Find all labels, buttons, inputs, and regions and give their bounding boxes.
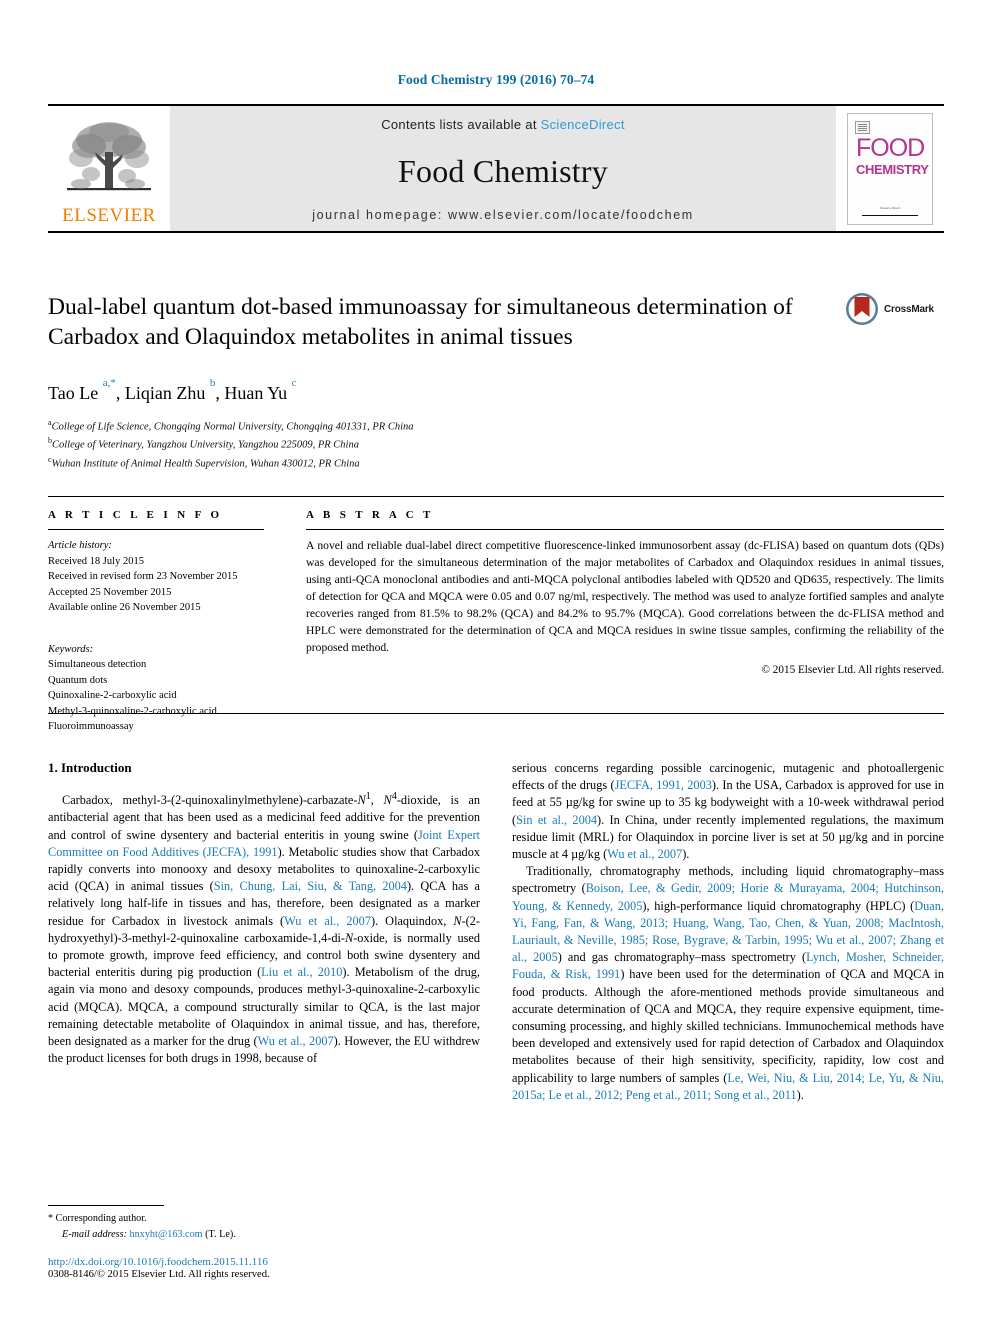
left-column: 1. Introduction Carbadox, methyl-3-(2-qu… (48, 760, 480, 1280)
affiliation-item: bCollege of Veterinary, Yangzhou Univers… (48, 435, 838, 453)
contents-available-line: Contents lists available at ScienceDirec… (381, 117, 625, 132)
body-columns: 1. Introduction Carbadox, methyl-3-(2-qu… (48, 760, 944, 1280)
history-item: Accepted 25 November 2015 (48, 586, 172, 598)
history-item: Received in revised form 23 November 201… (48, 571, 238, 583)
elsevier-tree-icon (67, 122, 151, 191)
crossmark-label: CrossMark (884, 303, 934, 315)
history-item: Received 18 July 2015 (48, 555, 144, 567)
elsevier-wordmark: ELSEVIER (62, 205, 156, 226)
corresponding-author-note: * Corresponding author. (48, 1211, 480, 1226)
intro-paragraph-right-1: serious concerns regarding possible carc… (512, 761, 945, 862)
affiliation-text: College of Life Science, Chongqing Norma… (51, 421, 414, 433)
intro-paragraph-right-2: Traditionally, chromatography methods, i… (512, 864, 944, 1102)
cover-barcode-icon (855, 120, 870, 134)
intro-paragraph-left: Carbadox, methyl-3-(2-quinoxalinylmethyl… (48, 791, 481, 1066)
abstract-copyright: © 2015 Elsevier Ltd. All rights reserved… (761, 664, 945, 677)
affiliation-item: cWuhan Institute of Animal Health Superv… (48, 454, 838, 472)
email-label: E-mail address: (62, 1228, 127, 1240)
abstract-column: A B S T R A C T A novel and reliable dua… (282, 497, 944, 713)
issn-copyright-line: 0308-8146/© 2015 Elsevier Ltd. All right… (48, 1269, 270, 1280)
journal-title: Food Chemistry (398, 153, 608, 189)
keyword-item: Quinoxaline-2-carboxylic acid (48, 690, 177, 702)
article-history-label: Article history: (48, 540, 112, 551)
email-link[interactable]: hnxyht@163.com (130, 1229, 203, 1240)
corresponding-marker: * (48, 1213, 53, 1225)
abstract-divider (306, 529, 944, 530)
right-column: serious concerns regarding possible carc… (512, 760, 944, 1280)
cover-title-food: FOOD (856, 133, 925, 162)
affiliation-list: aCollege of Life Science, Chongqing Norm… (48, 417, 838, 472)
history-item: Available online 26 November 2015 (48, 602, 201, 614)
keyword-item: Quantum dots (48, 674, 108, 686)
article-info-divider (48, 529, 264, 530)
keywords-label: Keywords: (48, 643, 94, 655)
article-history-block: Article history: Received 18 July 2015 R… (48, 538, 264, 616)
masthead-center: Contents lists available at ScienceDirec… (170, 106, 836, 231)
journal-cover-image: FOOD CHEMISTRY Science Direct (847, 112, 933, 225)
cover-title-chemistry: CHEMISTRY (856, 161, 929, 177)
doi-link[interactable]: http://dx.doi.org/10.1016/j.foodchem.201… (48, 1256, 480, 1268)
journal-cover-thumbnail[interactable]: FOOD CHEMISTRY Science Direct (836, 106, 944, 231)
cover-footer-text: Science Direct (879, 205, 901, 210)
article-info-column: A R T I C L E I N F O Article history: R… (48, 497, 282, 732)
section-heading-introduction: 1. Introduction (48, 760, 132, 775)
crossmark-badge[interactable]: CrossMark (844, 292, 944, 326)
running-head: Food Chemistry 199 (2016) 70–74 (397, 72, 595, 87)
cover-divider (862, 214, 918, 216)
title-block: Dual-label quantum dot-based immunoassay… (48, 292, 838, 352)
sciencedirect-link[interactable]: ScienceDirect (541, 117, 625, 132)
journal-homepage-link[interactable]: journal homepage: www.elsevier.com/locat… (312, 208, 694, 222)
affiliation-text: Wuhan Institute of Animal Health Supervi… (51, 458, 360, 470)
affiliation-text: College of Veterinary, Yangzhou Universi… (52, 439, 359, 451)
corresponding-text: Corresponding author. (55, 1213, 147, 1225)
abstract-text: A novel and reliable dual-label direct c… (306, 539, 944, 654)
email-note: E-mail address: hnxyht@163.com (T. Le). (48, 1227, 480, 1242)
affiliation-item: aCollege of Life Science, Chongqing Norm… (48, 417, 838, 435)
page-title: Dual-label quantum dot-based immunoassay… (48, 294, 793, 351)
journal-masthead: ELSEVIER Contents lists available at Sci… (48, 104, 944, 233)
keyword-item: Methyl-3-quinoxaline-2-carboxylic acid (48, 705, 217, 717)
elsevier-logo: ELSEVIER (48, 106, 170, 231)
abstract-heading: A B S T R A C T (306, 509, 434, 521)
author-list: Tao Le a,*, Liqian Zhu b, Huan Yu c (48, 376, 297, 403)
contents-prefix: Contents lists available at (381, 117, 541, 132)
keyword-item: Simultaneous detection (48, 659, 147, 671)
crossmark-icon (846, 293, 878, 325)
keyword-item: Fluoroimmunoassay (48, 721, 134, 733)
email-suffix: (T. Le). (205, 1228, 236, 1240)
footnote-divider (48, 1205, 164, 1207)
keywords-block: Keywords: Simultaneous detection Quantum… (48, 642, 264, 735)
article-info-heading: A R T I C L E I N F O (48, 509, 223, 521)
article-info-abstract-bar: A R T I C L E I N F O Article history: R… (48, 496, 944, 732)
footnote-block: * Corresponding author. E-mail address: … (48, 1205, 480, 1280)
journal-article-page: Food Chemistry 199 (2016) 70–74 ELSEVIER… (0, 0, 992, 1323)
